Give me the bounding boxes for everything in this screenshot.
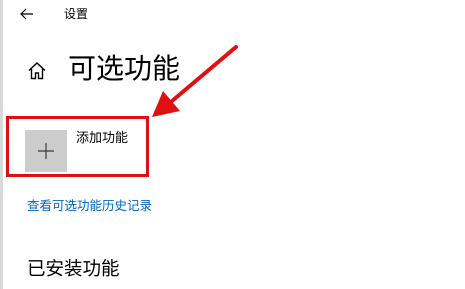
arrow-left-icon — [20, 8, 33, 20]
add-feature-tile — [25, 130, 67, 172]
window-left-edge — [0, 0, 3, 289]
view-optional-features-history-link[interactable]: 查看可选功能历史记录 — [27, 197, 152, 215]
home-button[interactable] — [27, 61, 47, 81]
title-bar: 设置 — [0, 0, 465, 28]
installed-features-heading: 已安装功能 — [27, 259, 120, 280]
plus-icon — [38, 143, 54, 159]
page-title: 可选功能 — [68, 52, 181, 85]
window-title: 设置 — [64, 7, 89, 21]
add-feature-button[interactable]: 添加功能 — [25, 130, 175, 172]
home-icon — [28, 62, 46, 80]
back-button[interactable] — [14, 4, 40, 24]
add-feature-label: 添加功能 — [76, 131, 129, 146]
